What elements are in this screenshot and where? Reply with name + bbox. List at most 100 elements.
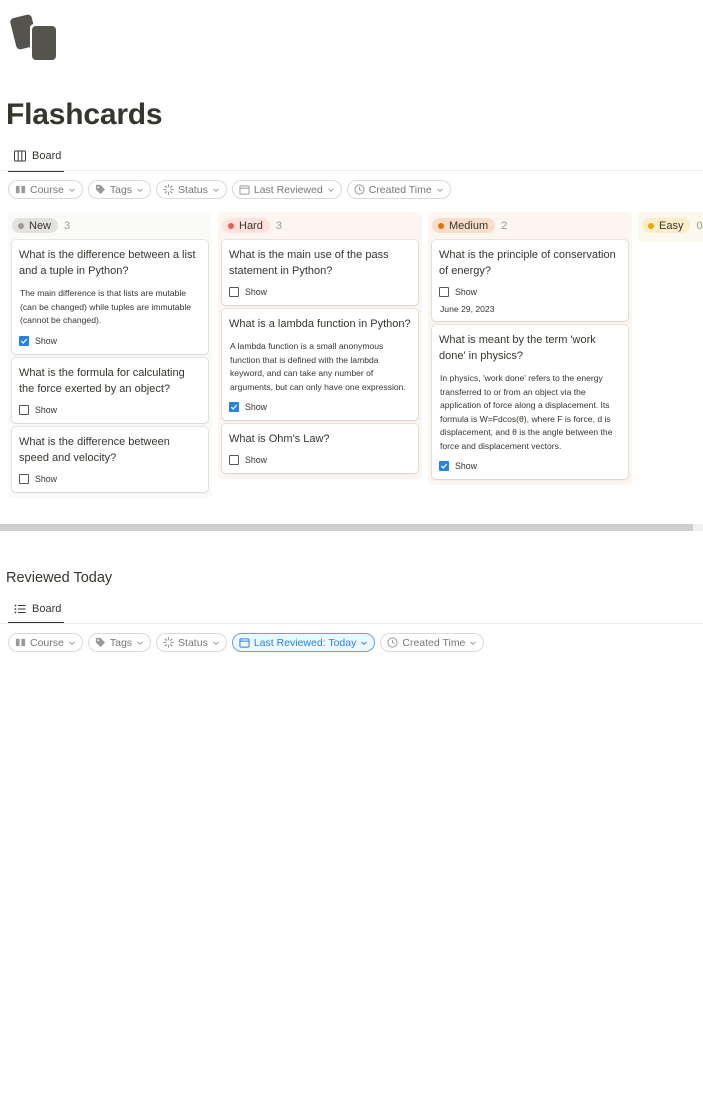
status-icon <box>163 637 174 648</box>
show-label: Show <box>35 474 58 484</box>
chevron-down-icon <box>68 639 76 647</box>
show-checkbox-row[interactable]: Show <box>439 460 621 472</box>
filter-tags[interactable]: Tags <box>87 633 152 652</box>
section-title[interactable]: Reviewed Today <box>6 570 112 586</box>
show-label: Show <box>245 455 268 465</box>
column-header[interactable]: Hard 3 <box>222 218 282 233</box>
flashcard[interactable]: What is the formula for calculating the … <box>12 358 208 423</box>
flashcard[interactable]: What is Ohm's Law? Show <box>222 424 418 473</box>
filter-created-time[interactable]: Created Time <box>346 180 451 199</box>
flashcard[interactable]: What is the principle of conservation of… <box>432 240 628 321</box>
show-checkbox[interactable] <box>229 287 239 297</box>
status-label: Hard <box>239 219 263 232</box>
tab-label: Board <box>32 150 62 162</box>
filter-bar: Course Tags Status Last Reviewed: Today Crea… <box>8 633 485 652</box>
card-answer: The main difference is that lists are mu… <box>20 288 192 325</box>
book-icon <box>15 637 26 648</box>
horizontal-scrollbar[interactable] <box>0 524 693 531</box>
show-label: Show <box>245 402 268 412</box>
chevron-down-icon <box>136 186 144 194</box>
status-label: Medium <box>449 219 489 232</box>
show-checkbox-row[interactable]: Show <box>229 286 411 298</box>
status-label: New <box>29 219 52 232</box>
filter-last-reviewed[interactable]: Last Reviewed: Today <box>231 633 376 652</box>
filter-label: Last Reviewed <box>253 183 323 196</box>
show-checkbox-row[interactable]: Show <box>229 454 411 466</box>
filter-label: Status <box>178 636 208 649</box>
card-question: What is the formula for calculating the … <box>19 367 185 395</box>
chevron-down-icon <box>136 639 144 647</box>
filter-course[interactable]: Course <box>8 180 83 199</box>
board-icon <box>14 150 26 162</box>
show-checkbox-row[interactable]: Show <box>439 286 621 298</box>
board-column-hard: Hard 3 What is the main use of the pass st… <box>218 212 422 479</box>
show-label: Show <box>245 287 268 297</box>
card-question: What is the principle of conservation of… <box>439 249 616 277</box>
show-checkbox-row[interactable]: Show <box>19 473 201 485</box>
clock-icon <box>387 637 398 648</box>
filter-status[interactable]: Status <box>156 180 227 199</box>
filter-created-time[interactable]: Created Time <box>380 633 485 652</box>
flashcard[interactable]: What is the difference between a list an… <box>12 240 208 354</box>
show-checkbox-row[interactable]: Show <box>19 335 201 347</box>
show-label: Show <box>455 287 478 297</box>
page-title[interactable]: Flashcards <box>6 98 163 132</box>
show-checkbox[interactable] <box>19 335 29 346</box>
card-date: June 29, 2023 <box>440 304 495 314</box>
column-count: 2 <box>501 219 508 232</box>
status-badge[interactable]: Medium <box>432 218 496 233</box>
tab-board[interactable]: Board <box>8 146 67 166</box>
show-checkbox[interactable] <box>19 405 29 415</box>
status-dot <box>18 222 24 229</box>
clock-icon <box>354 184 365 195</box>
column-header[interactable]: New 3 <box>12 218 70 233</box>
tab-board-list[interactable]: Board <box>8 599 67 619</box>
filter-label: Last Reviewed: Today <box>253 636 357 649</box>
filter-bar: Course Tags Status Last Reviewed Created Tim… <box>8 180 451 199</box>
flashcard[interactable]: What is the difference between speed and… <box>12 427 208 492</box>
show-checkbox[interactable] <box>439 461 449 471</box>
show-checkbox[interactable] <box>229 402 239 412</box>
calendar-icon <box>239 184 250 195</box>
status-badge[interactable]: Easy <box>642 218 691 233</box>
board-column-new: New 3 What is the difference between a lis… <box>8 212 212 498</box>
chevron-down-icon <box>68 186 76 194</box>
show-label: Show <box>35 405 58 415</box>
book-icon <box>15 184 26 195</box>
filter-label: Created Time <box>402 636 466 649</box>
card-question: What is a lambda function in Python? <box>229 318 411 330</box>
show-checkbox[interactable] <box>439 287 449 297</box>
show-label: Show <box>455 461 478 471</box>
card-question: What is Ohm's Law? <box>229 433 330 445</box>
card-question: What is meant by the term 'work done' in… <box>439 334 596 362</box>
show-label: Show <box>35 335 58 346</box>
status-dot <box>228 222 234 229</box>
filter-tags[interactable]: Tags <box>87 180 152 199</box>
flashcards-icon[interactable] <box>10 12 60 62</box>
show-checkbox[interactable] <box>19 474 29 484</box>
chevron-down-icon <box>212 186 220 194</box>
flashcard[interactable]: What is meant by the term 'work done' in… <box>432 325 628 479</box>
status-dot <box>648 222 654 229</box>
board: New 3 What is the difference between a lis… <box>0 212 703 512</box>
filter-label: Status <box>178 183 208 196</box>
filter-label: Created Time <box>368 183 432 196</box>
show-checkbox[interactable] <box>229 455 239 465</box>
column-count: 3 <box>275 219 282 232</box>
flashcard[interactable]: What is a lambda function in Python? A la… <box>222 309 418 420</box>
filter-last-reviewed[interactable]: Last Reviewed <box>231 180 342 199</box>
status-badge[interactable]: New <box>12 218 59 233</box>
show-checkbox-row[interactable]: Show <box>19 404 201 416</box>
column-header[interactable]: Medium 2 <box>432 218 507 233</box>
filter-status[interactable]: Status <box>156 633 227 652</box>
divider <box>0 170 703 171</box>
show-checkbox-row[interactable]: Show <box>229 401 411 413</box>
filter-course[interactable]: Course <box>8 633 83 652</box>
tab-label: Board <box>32 603 62 615</box>
column-header[interactable]: Easy 0 <box>642 218 703 233</box>
flashcard[interactable]: What is the main use of the pass stateme… <box>222 240 418 305</box>
list-icon <box>14 603 26 615</box>
filter-label: Course <box>30 183 64 196</box>
card-answer: In physics, 'work done' refers to the en… <box>440 373 613 451</box>
status-badge[interactable]: Hard <box>222 218 270 233</box>
